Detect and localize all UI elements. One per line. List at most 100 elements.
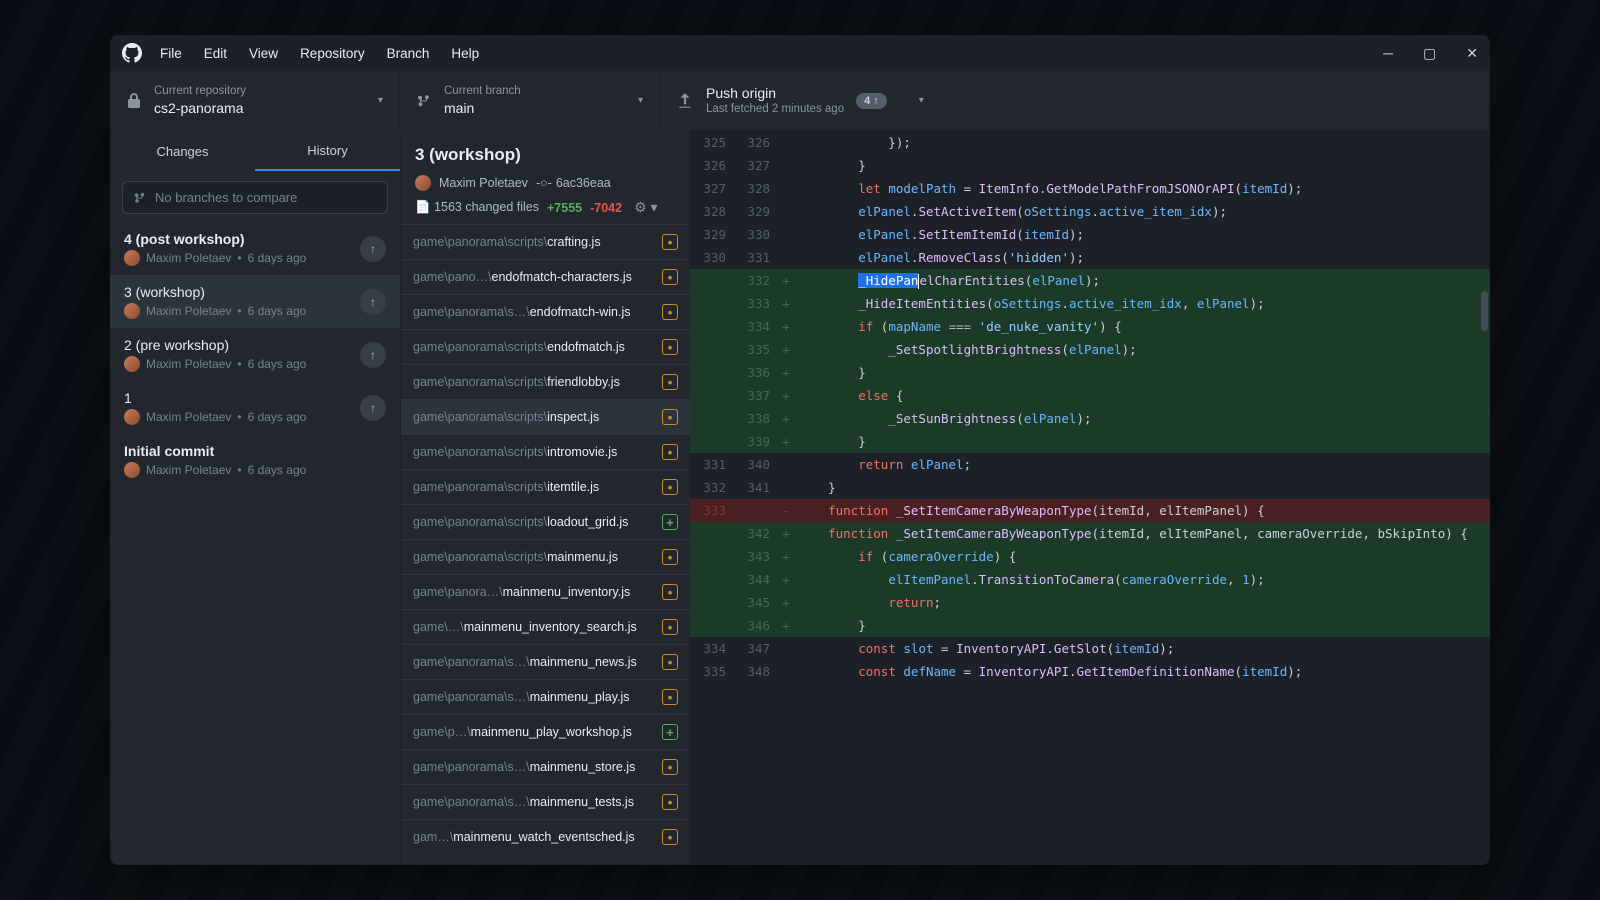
branch-name: main: [444, 99, 521, 117]
push-up-icon[interactable]: ↑: [360, 395, 386, 421]
titlebar: File Edit View Repository Branch Help ─ …: [110, 35, 1490, 71]
file-row[interactable]: game\pano…\endofmatch-characters.js •: [401, 259, 690, 294]
branch-selector[interactable]: Current branch main ▾: [400, 71, 660, 130]
menu-edit[interactable]: Edit: [204, 46, 227, 61]
lock-icon: [126, 93, 142, 109]
file-row[interactable]: game\…\mainmenu_inventory_search.js •: [401, 609, 690, 644]
file-row[interactable]: game\panorama\scripts\inspect.js •: [401, 399, 690, 434]
diff-line[interactable]: 343+ if (cameraOverride) {: [690, 545, 1490, 568]
diff-marker: +: [778, 319, 794, 334]
diff-line[interactable]: 333- function _SetItemCameraByWeaponType…: [690, 499, 1490, 522]
diff-line[interactable]: 326327 }: [690, 154, 1490, 177]
diff-view[interactable]: 325326 });326327 }327328 let modelPath =…: [690, 131, 1490, 865]
file-status-icon: •: [662, 549, 678, 565]
diff-line[interactable]: 336+ }: [690, 361, 1490, 384]
diff-line[interactable]: 337+ else {: [690, 384, 1490, 407]
diff-line[interactable]: 345+ return;: [690, 591, 1490, 614]
diff-line[interactable]: 342+ function _SetItemCameraByWeaponType…: [690, 522, 1490, 545]
code-content: const slot = InventoryAPI.GetSlot(itemId…: [794, 641, 1490, 656]
file-status-icon: •: [662, 479, 678, 495]
commit-item[interactable]: 3 (workshop) Maxim Poletaev • 6 days ago…: [110, 275, 400, 328]
deletions-count: -7042: [590, 201, 622, 215]
diff-line[interactable]: 327328 let modelPath = ItemInfo.GetModel…: [690, 177, 1490, 200]
file-row[interactable]: game\panorama\s…\mainmenu_tests.js •: [401, 784, 690, 819]
commit-item[interactable]: 4 (post workshop) Maxim Poletaev • 6 day…: [110, 222, 400, 275]
close-button[interactable]: ✕: [1466, 45, 1478, 62]
chevron-down-icon: ▾: [919, 95, 924, 106]
diff-line[interactable]: 344+ elItemPanel.TransitionToCamera(came…: [690, 568, 1490, 591]
diff-line[interactable]: 333+ _HideItemEntities(oSettings.active_…: [690, 292, 1490, 315]
diff-line[interactable]: 331340 return elPanel;: [690, 453, 1490, 476]
new-line-number: 332: [734, 273, 778, 288]
changed-files-list: game\panorama\scripts\crafting.js •game\…: [401, 224, 690, 865]
tab-history[interactable]: History: [255, 131, 400, 171]
commit-item-when: 6 days ago: [248, 357, 307, 371]
new-line-number: 338: [734, 411, 778, 426]
diff-line[interactable]: 332+ _HidePanelCharEntities(elPanel);: [690, 269, 1490, 292]
window-controls: ─ ▢ ✕: [1383, 45, 1478, 62]
diff-line[interactable]: 335348 const defName = InventoryAPI.GetI…: [690, 660, 1490, 683]
diff-line[interactable]: 334+ if (mapName === 'de_nuke_vanity') {: [690, 315, 1490, 338]
new-line-number: 336: [734, 365, 778, 380]
file-row[interactable]: game\panorama\scripts\crafting.js •: [401, 224, 690, 259]
file-row[interactable]: game\p…\mainmenu_play_workshop.js +: [401, 714, 690, 749]
diff-line[interactable]: 335+ _SetSpotlightBrightness(elPanel);: [690, 338, 1490, 361]
diff-line[interactable]: 328329 elPanel.SetActiveItem(oSettings.a…: [690, 200, 1490, 223]
file-row[interactable]: game\panorama\scripts\endofmatch.js •: [401, 329, 690, 364]
diff-marker: +: [778, 273, 794, 288]
push-origin-button[interactable]: Push origin Last fetched 2 minutes ago 4…: [660, 71, 1490, 130]
file-row[interactable]: game\panorama\s…\mainmenu_play.js •: [401, 679, 690, 714]
tab-changes[interactable]: Changes: [110, 131, 255, 171]
file-row[interactable]: game\panorama\scripts\mainmenu.js •: [401, 539, 690, 574]
menu-help[interactable]: Help: [451, 46, 479, 61]
diff-line[interactable]: 329330 elPanel.SetItemItemId(itemId);: [690, 223, 1490, 246]
commit-item[interactable]: 1 Maxim Poletaev • 6 days ago ↑: [110, 381, 400, 434]
gear-icon[interactable]: ⚙ ▾: [634, 199, 657, 216]
old-line-number: 334: [690, 641, 734, 656]
file-row[interactable]: game\panorama\scripts\friendlobby.js •: [401, 364, 690, 399]
menu-repository[interactable]: Repository: [300, 46, 365, 61]
maximize-button[interactable]: ▢: [1423, 45, 1436, 62]
github-logo-icon: [122, 43, 142, 63]
menu-branch[interactable]: Branch: [387, 46, 430, 61]
commit-item-when: 6 days ago: [248, 410, 307, 424]
repo-selector[interactable]: Current repository cs2-panorama ▾: [110, 71, 400, 130]
file-row[interactable]: game\panora…\mainmenu_inventory.js •: [401, 574, 690, 609]
file-row[interactable]: game\panorama\scripts\loadout_grid.js +: [401, 504, 690, 539]
commit-item-title: 3 (workshop): [124, 284, 386, 300]
code-content: }: [794, 618, 1490, 633]
file-status-icon: •: [662, 619, 678, 635]
branch-icon: [416, 93, 432, 109]
diff-line[interactable]: 332341 }: [690, 476, 1490, 499]
minimize-button[interactable]: ─: [1383, 45, 1393, 62]
file-row[interactable]: game\panorama\s…\endofmatch-win.js •: [401, 294, 690, 329]
new-line-number: 330: [734, 227, 778, 242]
new-line-number: 337: [734, 388, 778, 403]
menu-file[interactable]: File: [160, 46, 182, 61]
new-line-number: 345: [734, 595, 778, 610]
branch-compare-selector[interactable]: No branches to compare: [122, 181, 388, 214]
file-row[interactable]: game\panorama\s…\mainmenu_store.js •: [401, 749, 690, 784]
diff-line[interactable]: 339+ }: [690, 430, 1490, 453]
diff-line[interactable]: 338+ _SetSunBrightness(elPanel);: [690, 407, 1490, 430]
menu-view[interactable]: View: [249, 46, 278, 61]
file-row[interactable]: gam…\mainmenu_watch_eventsched.js •: [401, 819, 690, 854]
diff-line[interactable]: 334347 const slot = InventoryAPI.GetSlot…: [690, 637, 1490, 660]
push-up-icon[interactable]: ↑: [360, 289, 386, 315]
commit-sha: -○- 6ac36eaa: [536, 176, 611, 190]
file-row[interactable]: game\panorama\scripts\itemtile.js •: [401, 469, 690, 504]
new-line-number: 334: [734, 319, 778, 334]
commit-item[interactable]: 2 (pre workshop) Maxim Poletaev • 6 days…: [110, 328, 400, 381]
commit-item[interactable]: Initial commit Maxim Poletaev • 6 days a…: [110, 434, 400, 487]
scrollbar-thumb[interactable]: [1481, 291, 1488, 331]
new-line-number: 342: [734, 526, 778, 541]
push-up-icon[interactable]: ↑: [360, 236, 386, 262]
push-up-icon[interactable]: ↑: [360, 342, 386, 368]
file-row[interactable]: game\panorama\s…\mainmenu_news.js •: [401, 644, 690, 679]
diff-line[interactable]: 325326 });: [690, 131, 1490, 154]
diff-line[interactable]: 346+ }: [690, 614, 1490, 637]
diff-marker: +: [778, 572, 794, 587]
diff-line[interactable]: 330331 elPanel.RemoveClass('hidden');: [690, 246, 1490, 269]
file-row[interactable]: game\panorama\scripts\intromovie.js •: [401, 434, 690, 469]
new-line-number: 335: [734, 342, 778, 357]
